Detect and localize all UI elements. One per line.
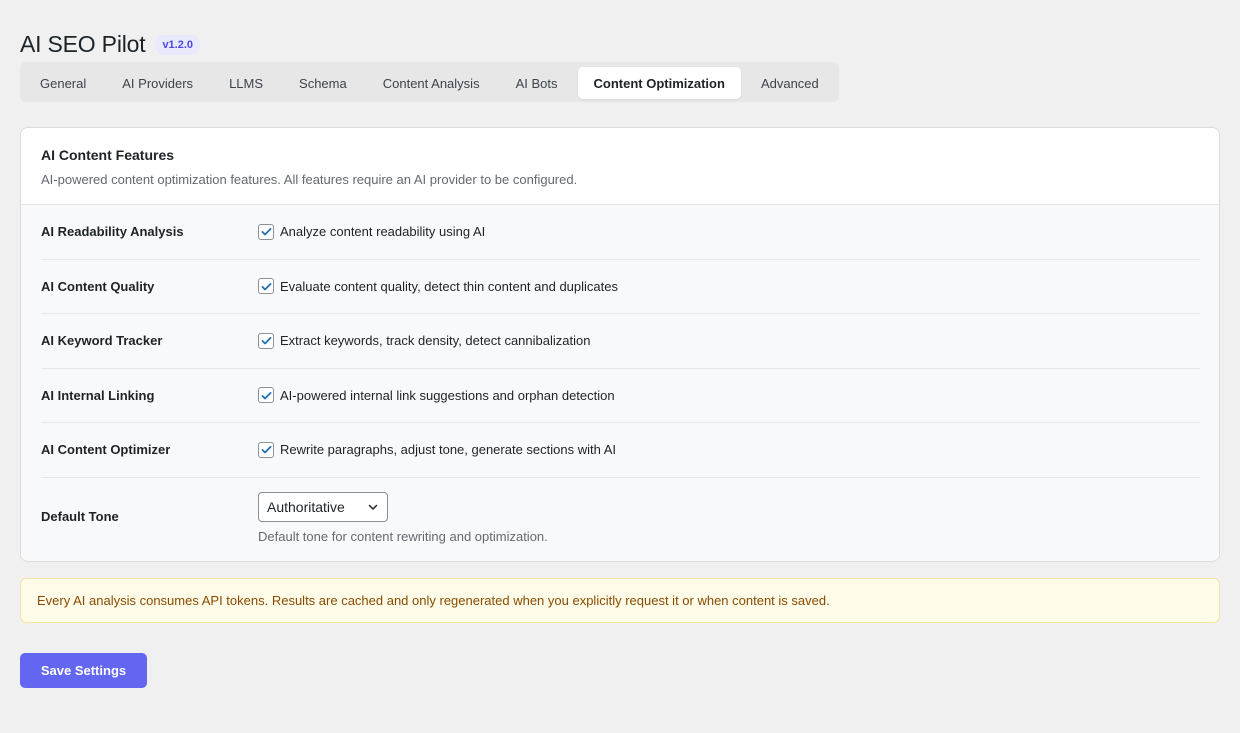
card-title: AI Content Features: [41, 147, 175, 163]
setting-row-default-tone: Default Tone Authoritative Default tone …: [41, 478, 1200, 544]
card-description: AI-powered content optimization features…: [41, 172, 578, 187]
checkmark-icon: [261, 282, 271, 291]
setting-row-readability: AI Readability Analysis Analyze content …: [41, 205, 1200, 260]
tab-content-optimization[interactable]: Content Optimization: [577, 67, 741, 99]
setting-row-content-quality: AI Content Quality Evaluate content qual…: [41, 260, 1200, 314]
setting-description: Evaluate content quality, detect thin co…: [280, 278, 618, 294]
content-quality-checkbox[interactable]: [258, 278, 274, 295]
setting-row-internal-linking: AI Internal Linking AI-powered internal …: [41, 369, 1200, 423]
setting-description: AI-powered internal link suggestions and…: [280, 387, 615, 403]
setting-description: Extract keywords, track density, detect …: [280, 333, 591, 349]
tab-schema[interactable]: Schema: [283, 67, 363, 99]
ai-content-features-card: AI Content Features AI-powered content o…: [20, 127, 1220, 562]
token-usage-notice: Every AI analysis consumes API tokens. R…: [20, 578, 1220, 623]
tab-llms[interactable]: LLMS: [213, 67, 279, 99]
default-tone-select[interactable]: Authoritative: [258, 491, 388, 522]
tone-hint: Default tone for content rewriting and o…: [258, 528, 548, 544]
setting-row-keyword-tracker: AI Keyword Tracker Extract keywords, tra…: [41, 314, 1200, 369]
setting-label: Default Tone: [41, 508, 119, 524]
tab-ai-bots[interactable]: AI Bots: [500, 67, 574, 99]
setting-label: AI Readability Analysis: [41, 224, 184, 240]
settings-tabs: General AI Providers LLMS Schema Content…: [20, 62, 839, 102]
tone-field: Authoritative Default tone for content r…: [258, 491, 548, 544]
page-title: AI SEO Pilot: [20, 31, 146, 57]
page-header: AI SEO Pilot v1.2.0: [20, 31, 201, 58]
tab-general[interactable]: General: [24, 67, 102, 99]
card-header: AI Content Features AI-powered content o…: [21, 128, 1219, 205]
tab-ai-providers[interactable]: AI Providers: [106, 67, 209, 99]
checkmark-icon: [261, 337, 271, 345]
tab-content-analysis[interactable]: Content Analysis: [367, 67, 496, 99]
internal-linking-checkbox[interactable]: [258, 387, 274, 404]
checkmark-icon: [261, 228, 271, 236]
readability-checkbox[interactable]: [258, 223, 274, 240]
save-settings-button[interactable]: Save Settings: [20, 653, 147, 688]
setting-label: AI Keyword Tracker: [41, 333, 163, 349]
setting-label: AI Content Quality: [41, 278, 155, 294]
content-optimizer-checkbox[interactable]: [258, 441, 274, 458]
setting-label: AI Internal Linking: [41, 387, 155, 403]
tab-advanced[interactable]: Advanced: [745, 67, 835, 99]
version-badge: v1.2.0: [155, 34, 201, 55]
select-value: Authoritative: [267, 498, 345, 515]
checkmark-icon: [261, 446, 271, 454]
checkmark-icon: [261, 391, 271, 400]
setting-label: AI Content Optimizer: [41, 442, 171, 458]
setting-description: Analyze content readability using AI: [280, 224, 486, 240]
keyword-tracker-checkbox[interactable]: [258, 332, 274, 349]
setting-description: Rewrite paragraphs, adjust tone, generat…: [280, 442, 617, 458]
settings-list: AI Readability Analysis Analyze content …: [21, 205, 1219, 561]
setting-row-content-optimizer: AI Content Optimizer Rewrite paragraphs,…: [41, 423, 1200, 478]
chevron-down-icon: [368, 504, 378, 510]
